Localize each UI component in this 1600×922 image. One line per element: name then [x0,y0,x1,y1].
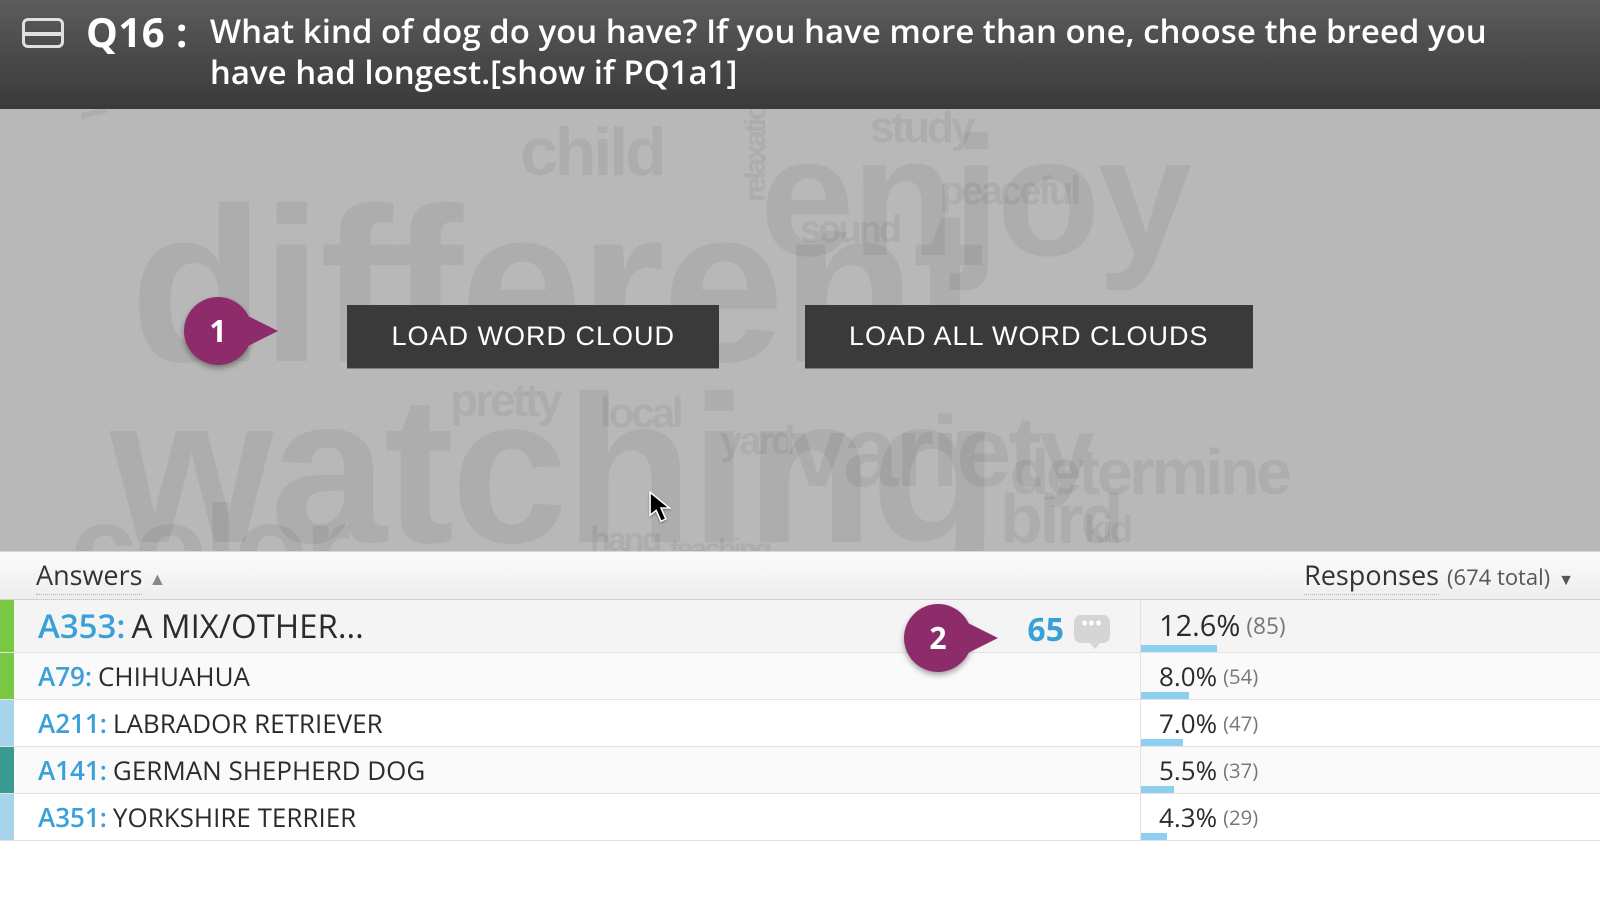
card-icon [22,18,64,48]
response-bar [1141,739,1183,746]
annotation-marker-1-number: 1 [209,310,226,351]
answer-text: CHIHUAHUA [98,658,250,694]
comment-count-number: 65 [1027,608,1064,651]
bg-word: study [870,109,972,153]
bg-word: pretty [450,373,560,427]
row-stripe [0,600,14,652]
answer-text: A MIX/OTHER... [131,603,363,648]
question-header: Q16 : What kind of dog do you have? If y… [0,0,1600,109]
row-stripe [0,747,14,793]
response-bar [1141,692,1189,699]
response-count: (54) [1223,662,1258,690]
response-percent: 12.6% [1159,606,1240,645]
load-all-word-clouds-button[interactable]: LOAD ALL WORD CLOUDS [805,305,1253,368]
comment-count[interactable]: 65 [1027,608,1110,651]
answer-cell: A211:LABRADOR RETRIEVER [14,705,1140,741]
response-percent: 5.5% [1159,752,1217,788]
response-cell: 5.5%(37) [1140,747,1600,793]
sort-ascending-icon: ▲ [148,567,166,591]
answers-column-header[interactable]: Answers ▲ [36,556,1304,595]
answer-code: A351: [38,799,107,835]
answer-text: YORKSHIRE TERRIER [113,799,356,835]
response-count: (37) [1223,756,1258,784]
answer-code: A79: [38,658,92,694]
response-percent: 4.3% [1159,799,1217,835]
response-bar [1141,786,1174,793]
annotation-marker-1: 1 [184,297,252,365]
table-row[interactable]: A351:YORKSHIRE TERRIER4.3%(29) [0,794,1600,841]
question-text: What kind of dog do you have? If you hav… [210,10,1500,93]
response-percent: 7.0% [1159,705,1217,741]
response-bar [1141,833,1167,840]
bg-word: child [520,113,664,191]
bg-word: teaching [670,533,769,552]
response-cell: 4.3%(29) [1140,794,1600,840]
bg-word: color [70,479,348,552]
sort-descending-icon: ▼ [1558,568,1574,590]
table-row[interactable]: A353:A MIX/OTHER...65212.6%(85) [0,600,1600,653]
table-header: Answers ▲ Responses (674 total) ▼ [0,552,1600,600]
response-cell: 12.6%(85) [1140,600,1600,652]
bg-word: determine [1010,435,1289,509]
bg-word: peaceful [940,169,1078,214]
table-row[interactable]: A141:GERMAN SHEPHERD DOG5.5%(37) [0,747,1600,794]
answer-text: GERMAN SHEPHERD DOG [113,752,425,788]
comment-icon [1074,615,1110,643]
cursor-icon [648,491,674,525]
bg-word: kid [1084,509,1130,552]
response-count: (47) [1223,709,1258,737]
response-bar [1141,645,1217,652]
responses-column-header[interactable]: Responses (674 total) ▼ [1304,556,1574,595]
table-row[interactable]: A211:LABRADOR RETRIEVER7.0%(47) [0,700,1600,747]
annotation-marker-2-number: 2 [929,617,946,658]
table-row[interactable]: A79:CHIHUAHUA8.0%(54) [0,653,1600,700]
question-code: Q16 : [86,12,188,52]
response-cell: 7.0%(47) [1140,700,1600,746]
answer-code: A353: [38,603,125,648]
response-cell: 8.0%(54) [1140,653,1600,699]
responses-total-label: (674 total) [1447,562,1550,592]
answer-cell: A351:YORKSHIRE TERRIER [14,799,1140,835]
answer-cell: A141:GERMAN SHEPHERD DOG [14,752,1140,788]
answers-header-label: Answers [36,556,142,595]
response-count: (85) [1246,610,1285,641]
bg-word: relaxation [739,109,773,202]
response-percent: 8.0% [1159,658,1217,694]
responses-header-label: Responses [1304,556,1439,595]
bg-word: hang [590,521,659,552]
bg-word: watchingthe [64,109,119,119]
response-count: (29) [1223,803,1258,831]
answers-table-body: A353:A MIX/OTHER...65212.6%(85)A79:CHIHU… [0,600,1600,841]
answer-cell: A79:CHIHUAHUA [14,658,1140,694]
annotation-marker-2: 2 [904,604,972,672]
bg-word: sound [800,209,899,252]
row-stripe [0,700,14,746]
bg-word: yard [720,419,793,464]
bg-word: local [600,389,681,437]
load-word-cloud-button[interactable]: LOAD WORD CLOUD [347,305,719,368]
wordcloud-area: different enjoy watching color study chi… [0,109,1600,552]
answer-text: LABRADOR RETRIEVER [113,705,383,741]
row-stripe [0,653,14,699]
row-stripe [0,794,14,840]
answer-code: A211: [38,705,107,741]
answer-code: A141: [38,752,107,788]
